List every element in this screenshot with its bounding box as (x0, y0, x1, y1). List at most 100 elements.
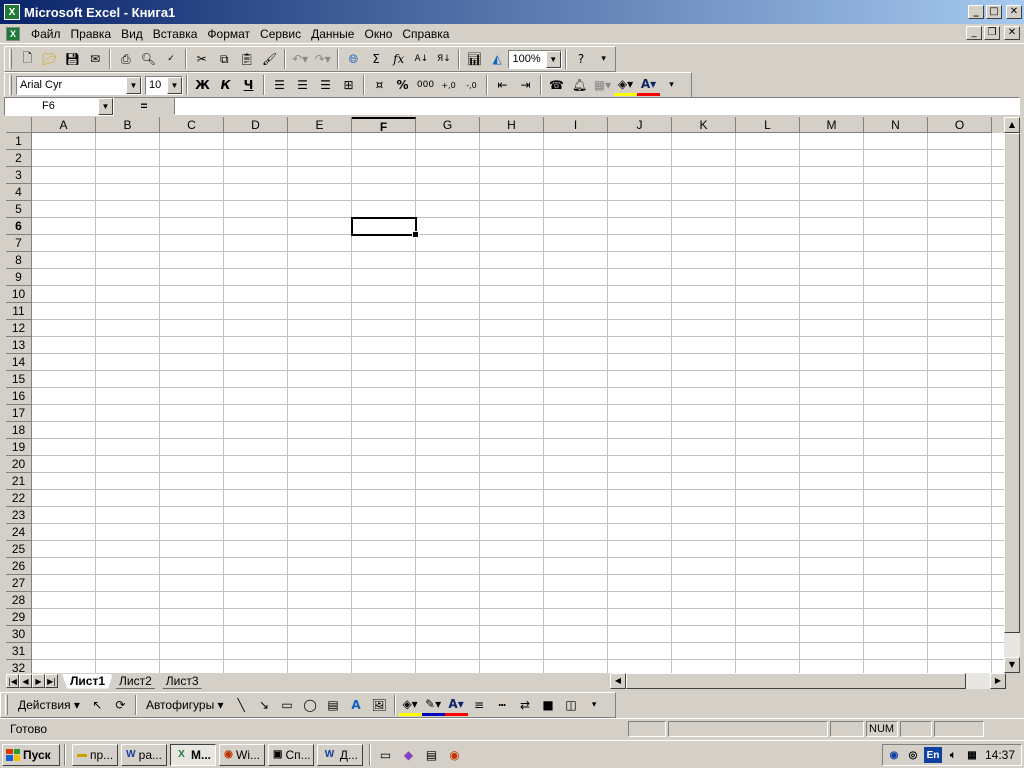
quicklaunch-icon[interactable]: ▤ (420, 744, 443, 766)
chevron-down-icon[interactable]: ▼ (126, 76, 141, 94)
clipart-icon[interactable]: 🖼︎ (368, 694, 391, 716)
scroll-right-button[interactable]: ▶ (990, 673, 1006, 689)
column-header-h[interactable]: H (480, 117, 544, 133)
formula-input[interactable] (174, 97, 1020, 115)
row-header-8[interactable]: 8 (6, 252, 32, 269)
fill-color-icon[interactable]: ◈▾ (614, 74, 637, 96)
first-sheet-button[interactable]: |◀ (6, 674, 19, 688)
sort-descending-icon[interactable]: Я↓ (433, 48, 456, 70)
align-left-icon[interactable]: ☰ (268, 74, 291, 96)
menu-view[interactable]: Вид (116, 27, 148, 41)
column-header-m[interactable]: M (800, 117, 864, 133)
row-header-20[interactable]: 20 (6, 456, 32, 473)
text-box-icon[interactable]: ▤ (322, 694, 345, 716)
taskbar-item[interactable]: ▣ Сп... (268, 743, 314, 766)
scroll-left-button[interactable]: ◀ (610, 673, 626, 689)
maximize-button[interactable]: □ (986, 5, 1002, 19)
row-header-32[interactable]: 32 (6, 660, 32, 673)
language-indicator[interactable]: En (924, 747, 942, 763)
row-header-12[interactable]: 12 (6, 320, 32, 337)
quicklaunch-icon[interactable]: ◆ (397, 744, 420, 766)
increase-indent-icon[interactable]: ⇥ (514, 74, 537, 96)
taskbar-item[interactable]: W Д... (317, 743, 363, 766)
row-header-27[interactable]: 27 (6, 575, 32, 592)
edit-formula-button[interactable]: = (114, 99, 174, 113)
line-style-icon[interactable]: ≡ (468, 694, 491, 716)
worksheet-grid[interactable]: ABCDEFGHIJKLMNO 1 2 3 4 5 6 7 8 9 10 11 12 13 14 15 16 1… (6, 117, 1004, 673)
currency-icon[interactable]: ¤ (368, 74, 391, 96)
save-icon[interactable]: 💾︎ (61, 48, 84, 70)
print-preview-icon[interactable]: 🔍︎ (137, 48, 160, 70)
row-header-19[interactable]: 19 (6, 439, 32, 456)
menu-format[interactable]: Формат (202, 27, 255, 41)
zoom-combo[interactable]: 100% ▼ (508, 49, 562, 69)
row-header-31[interactable]: 31 (6, 643, 32, 660)
column-header-l[interactable]: L (736, 117, 800, 133)
column-header-d[interactable]: D (224, 117, 288, 133)
menu-tools[interactable]: Сервис (255, 27, 306, 41)
print-icon[interactable]: ⎙ (114, 48, 137, 70)
wordart-icon[interactable]: A (345, 694, 368, 716)
autoshapes-menu[interactable]: Автофигуры ▾ (140, 698, 230, 712)
row-header-24[interactable]: 24 (6, 524, 32, 541)
row-header-2[interactable]: 2 (6, 150, 32, 167)
doc-restore-button[interactable]: ❐ (984, 26, 1000, 40)
oval-icon[interactable]: ◯ (299, 694, 322, 716)
help-icon[interactable]: ? (570, 48, 593, 70)
document-menu-icon[interactable]: X (6, 26, 20, 41)
row-header-4[interactable]: 4 (6, 184, 32, 201)
italic-button[interactable]: К (214, 74, 237, 96)
hyperlink-icon[interactable]: 🌐︎ (342, 48, 365, 70)
row-header-5[interactable]: 5 (6, 201, 32, 218)
font-combo[interactable]: Arial Cyr ▼ (16, 75, 142, 95)
column-header-e[interactable]: E (288, 117, 352, 133)
menu-help[interactable]: Справка (397, 27, 454, 41)
row-header-15[interactable]: 15 (6, 371, 32, 388)
taskbar-item[interactable]: ◉ Wi... (219, 743, 265, 766)
row-header-1[interactable]: 1 (6, 133, 32, 150)
row-header-29[interactable]: 29 (6, 609, 32, 626)
row-header-22[interactable]: 22 (6, 490, 32, 507)
function-icon[interactable]: fx (387, 48, 410, 70)
scroll-down-button[interactable]: ▼ (1004, 657, 1020, 673)
row-header-17[interactable]: 17 (6, 405, 32, 422)
row-header-25[interactable]: 25 (6, 541, 32, 558)
column-header-n[interactable]: N (864, 117, 928, 133)
menu-insert[interactable]: Вставка (148, 27, 203, 41)
cell-area[interactable] (32, 133, 1004, 673)
select-objects-icon[interactable]: ↖ (86, 694, 109, 716)
taskbar-item[interactable]: X M... (170, 743, 216, 766)
vertical-scrollbar[interactable]: ▲ ▼ (1004, 117, 1020, 673)
font-color-icon[interactable]: A▾ (637, 74, 660, 96)
last-sheet-button[interactable]: ▶| (45, 674, 58, 688)
dash-style-icon[interactable]: ┅ (491, 694, 514, 716)
decrease-indent-icon[interactable]: ⇤ (491, 74, 514, 96)
sheet-tab[interactable]: Лист2 (111, 674, 160, 689)
menu-window[interactable]: Окно (359, 27, 397, 41)
doc-close-button[interactable]: ✕ (1004, 26, 1020, 40)
font-size-combo[interactable]: 10 ▼ (145, 75, 183, 95)
column-header-o[interactable]: O (928, 117, 992, 133)
volume-icon[interactable]: 🔈︎ (945, 747, 961, 763)
row-header-11[interactable]: 11 (6, 303, 32, 320)
chevron-down-icon[interactable]: ▼ (98, 97, 113, 115)
column-header-g[interactable]: G (416, 117, 480, 133)
row-header-14[interactable]: 14 (6, 354, 32, 371)
vertical-scroll-thumb[interactable] (1004, 133, 1020, 633)
bell-icon[interactable]: 🔔︎ (568, 74, 591, 96)
row-header-28[interactable]: 28 (6, 592, 32, 609)
open-icon[interactable]: 📂︎ (39, 48, 62, 70)
increase-decimal-icon[interactable]: +,0 (437, 74, 460, 96)
copy-icon[interactable]: ⧉ (213, 48, 236, 70)
fill-color-icon[interactable]: ◈▾ (398, 694, 422, 716)
show-desktop-icon[interactable]: ▭ (374, 744, 397, 766)
row-header-23[interactable]: 23 (6, 507, 32, 524)
row-header-7[interactable]: 7 (6, 235, 32, 252)
autosum-icon[interactable]: Σ (365, 48, 388, 70)
row-header-30[interactable]: 30 (6, 626, 32, 643)
row-header-18[interactable]: 18 (6, 422, 32, 439)
sort-ascending-icon[interactable]: A↓ (410, 48, 433, 70)
prev-sheet-button[interactable]: ◀ (19, 674, 32, 688)
row-header-21[interactable]: 21 (6, 473, 32, 490)
clock[interactable]: 14:37 (985, 748, 1015, 762)
